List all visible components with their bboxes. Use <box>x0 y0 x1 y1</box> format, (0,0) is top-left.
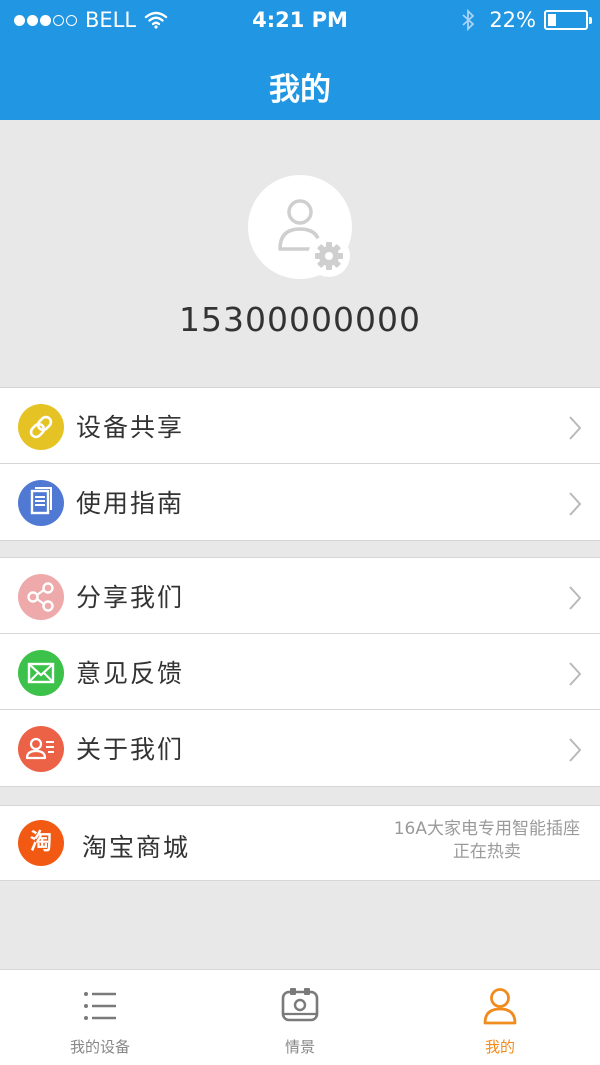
share-icon <box>18 574 64 620</box>
chevron-right-icon <box>569 492 582 516</box>
tab-bar: 我的设备 情景 我的 <box>0 969 600 1065</box>
menu-item-label: 意见反馈 <box>76 659 185 688</box>
link-icon <box>18 404 64 450</box>
scene-icon <box>281 988 319 1022</box>
tab-label: 情景 <box>284 1038 315 1056</box>
promo-text: 16A大家电专用智能插座 正在热卖 <box>394 818 580 864</box>
page-title: 我的 <box>269 72 331 108</box>
tab-label: 我的设备 <box>69 1038 130 1056</box>
menu-item-label: 分享我们 <box>76 583 185 612</box>
chevron-right-icon <box>569 738 582 762</box>
gear-icon <box>315 242 343 270</box>
list-icon <box>84 992 116 1020</box>
tab-label: 我的 <box>484 1038 515 1056</box>
profile-section: 15300000000 <box>0 120 600 388</box>
status-right: 22% <box>461 8 592 32</box>
tab-my-devices[interactable]: 我的设备 <box>0 970 200 1065</box>
battery-icon <box>544 10 592 30</box>
chevron-right-icon <box>569 586 582 610</box>
menu-item-device-share[interactable]: 设备共享 <box>0 388 600 464</box>
menu-item-about-us[interactable]: 关于我们 <box>0 710 600 786</box>
phone-number: 15300000000 <box>179 300 421 339</box>
tab-mine[interactable]: 我的 <box>400 970 600 1065</box>
menu-item-share-us[interactable]: 分享我们 <box>0 558 600 634</box>
chevron-right-icon <box>569 662 582 686</box>
menu-item-feedback[interactable]: 意见反馈 <box>0 634 600 710</box>
menu-item-label: 关于我们 <box>76 735 185 764</box>
chevron-right-icon <box>569 416 582 440</box>
taobao-label: 淘宝商城 <box>82 833 191 862</box>
menu-group-store: 淘 淘宝商城 16A大家电专用智能插座 正在热卖 <box>0 805 600 881</box>
battery-fill <box>548 14 556 26</box>
battery-percent: 22% <box>489 8 536 32</box>
menu-item-user-guide[interactable]: 使用指南 <box>0 464 600 540</box>
tab-scenes[interactable]: 情景 <box>200 970 400 1065</box>
avatar[interactable] <box>248 175 352 279</box>
promo-line-1: 16A大家电专用智能插座 <box>393 819 580 839</box>
promo-line-2: 正在热卖 <box>452 842 521 862</box>
book-icon <box>18 480 64 526</box>
header-bar: BELL 4:21 PM 22% 我的 <box>0 0 600 120</box>
menu-group-about: 分享我们 意见反馈 关于我们 <box>0 557 600 787</box>
menu-group-devices: 设备共享 使用指南 <box>0 387 600 541</box>
avatar-settings[interactable] <box>308 235 350 277</box>
contact-card-icon <box>18 726 64 772</box>
menu-item-taobao-store[interactable]: 淘 淘宝商城 16A大家电专用智能插座 正在热卖 <box>0 806 600 880</box>
menu-item-label: 设备共享 <box>76 413 185 442</box>
mail-icon <box>18 650 64 696</box>
person-icon <box>483 988 517 1025</box>
menu-item-label: 使用指南 <box>76 489 185 518</box>
taobao-icon: 淘 <box>18 820 64 866</box>
bluetooth-icon <box>462 9 475 31</box>
status-bar: BELL 4:21 PM 22% <box>0 0 600 40</box>
